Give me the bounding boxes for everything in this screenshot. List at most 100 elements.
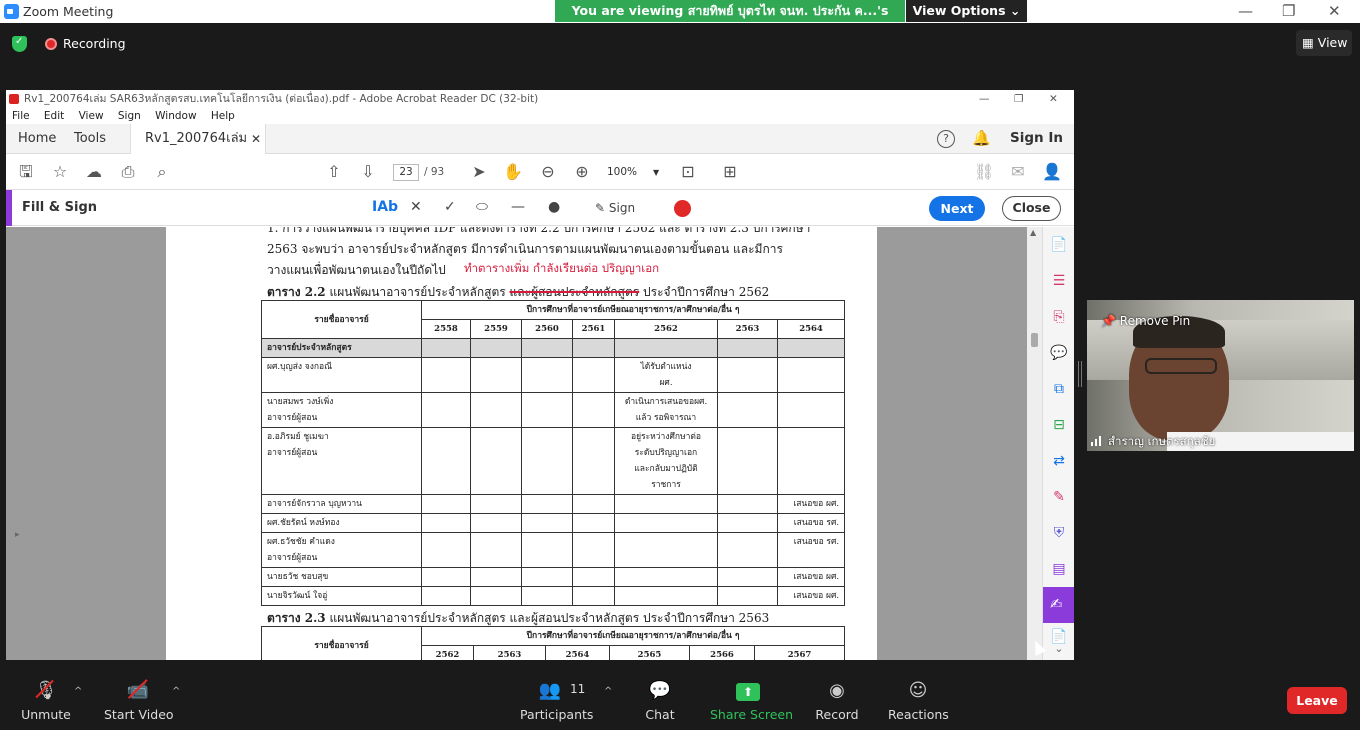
color-picker-icon[interactable] — [674, 200, 691, 217]
pin-icon: 📌 — [1101, 314, 1116, 328]
link-icon[interactable]: ⛓ — [974, 162, 994, 182]
participants-options-caret-icon[interactable]: ^ — [604, 686, 612, 697]
export-pdf-icon[interactable]: ⎘ — [1049, 307, 1069, 327]
check-mark-icon[interactable]: ✓ — [444, 199, 456, 215]
panel-splitter-handle[interactable] — [1078, 361, 1082, 387]
leave-button[interactable]: Leave — [1287, 687, 1347, 714]
sign-button[interactable]: ✎ Sign — [595, 201, 635, 215]
close-button[interactable]: Close — [1002, 196, 1061, 221]
previous-page-icon[interactable]: ⇧ — [324, 162, 344, 182]
tab-document[interactable]: Rv1_200764เล่ม SA... ✕ — [130, 124, 266, 176]
next-button[interactable]: Next — [929, 196, 985, 221]
fit-page-icon[interactable]: ⊡ — [678, 162, 698, 182]
table-2-2: รายชื่ออาจารย์ ปีการศึกษาที่อาจารย์เกษีย… — [261, 300, 846, 606]
document-scrollbar[interactable]: ▲ — [1027, 227, 1042, 660]
dot-icon[interactable]: ● — [548, 199, 560, 215]
email-icon[interactable]: ✉ — [1008, 162, 1028, 182]
share-screen-button[interactable]: ⬆ Share Screen — [710, 670, 793, 730]
unmute-label: Unmute — [21, 707, 71, 722]
next-page-icon[interactable]: ⇩ — [358, 162, 378, 182]
zoom-in-icon[interactable]: ⊕ — [572, 162, 592, 182]
security-shield-icon[interactable] — [12, 36, 27, 52]
participants-button[interactable]: 👥 11 Participants — [520, 670, 593, 730]
table-header-year: 2563 — [717, 319, 778, 339]
menu-help[interactable]: Help — [211, 110, 235, 122]
protect-shield-icon[interactable]: ⛨ — [1049, 523, 1069, 543]
organize-pages-icon[interactable]: ☰ — [1049, 271, 1069, 291]
upload-cloud-icon[interactable]: ☁ — [84, 162, 104, 182]
chevron-down-icon[interactable]: ⌄ — [1049, 639, 1069, 659]
zoom-level-value: 100% — [607, 166, 638, 178]
share-user-icon[interactable]: 👤 — [1042, 162, 1062, 182]
compress-icon[interactable]: ⊟ — [1049, 415, 1069, 435]
fill-sign-tool-button[interactable]: ✍ — [1043, 587, 1074, 623]
tab-close-icon[interactable]: ✕ — [251, 124, 261, 154]
send-for-review-icon[interactable]: ⇄ — [1049, 451, 1069, 471]
view-layout-button[interactable]: ▦ View — [1296, 30, 1352, 56]
fill-sign-pen-icon: ✍ — [1050, 595, 1063, 613]
minimize-icon[interactable]: — — [1238, 2, 1253, 20]
table-header-group: ปีการศึกษาที่อาจารย์เกษียณอายุราชการ/ลาศ… — [420, 300, 846, 320]
tab-tools[interactable]: Tools — [74, 124, 106, 154]
collapse-left-panel-icon[interactable]: ▸ — [15, 530, 20, 540]
menu-view[interactable]: View — [79, 110, 104, 122]
chat-label: Chat — [645, 707, 675, 722]
create-pdf-icon[interactable]: 📄 — [1049, 235, 1069, 255]
scroll-up-icon[interactable]: ▲ — [1030, 228, 1036, 237]
cell-text — [776, 357, 846, 393]
edit-pdf-icon[interactable]: ✎ — [1049, 487, 1069, 507]
video-options-caret-icon[interactable]: ^ — [172, 686, 180, 697]
scroll-mode-icon[interactable]: ⊞ — [720, 162, 740, 182]
audio-options-caret-icon[interactable]: ^ — [74, 686, 82, 697]
record-button[interactable]: ◉ Record — [812, 670, 862, 730]
tab-home[interactable]: Home — [18, 124, 56, 154]
row-subtitle: อาจารย์ผู้สอน — [267, 413, 318, 423]
menu-edit[interactable]: Edit — [44, 110, 64, 122]
line-icon[interactable]: — — [511, 199, 525, 215]
menu-file[interactable]: File — [12, 110, 30, 122]
search-icon[interactable]: ⌕ — [152, 162, 172, 182]
table-section-label: อาจารย์ประจำหลักสูตร — [261, 338, 422, 358]
ellipse-icon[interactable]: ⬭ — [476, 199, 488, 215]
row-name: ผศ.ธวัชชัย คำแดง — [267, 537, 335, 547]
hand-tool-icon[interactable]: ✋ — [503, 162, 523, 182]
pinned-video-tile[interactable]: 📌 Remove Pin สำราญ เกษตรสกุลชัย — [1087, 300, 1354, 451]
add-text-icon[interactable]: IAb — [372, 199, 398, 215]
select-cursor-icon[interactable]: ➤ — [469, 162, 489, 182]
view-options-button[interactable]: View Options ⌄ — [906, 0, 1027, 22]
chat-button[interactable]: 💬 Chat — [636, 670, 684, 730]
start-video-button[interactable]: 📹 Start Video — [104, 670, 174, 730]
menu-window[interactable]: Window — [155, 110, 196, 122]
cell-text — [776, 427, 846, 495]
pdf-page: 1. การวางแผนพัฒนารายบุคคล IDP และดังตารา… — [166, 227, 877, 660]
acrobat-restore-icon[interactable]: ❐ — [1014, 90, 1023, 108]
zoom-level-dropdown[interactable]: 100% ▼ — [607, 164, 659, 181]
notifications-bell-icon[interactable]: 🔔 — [972, 129, 991, 147]
prepare-form-icon[interactable]: ▤ — [1049, 559, 1069, 579]
remove-pin-button[interactable]: 📌 Remove Pin — [1101, 314, 1190, 328]
row-name: นายสมพร วงษ์เพิ่ง — [267, 397, 334, 407]
row-name: อ.อภิรมย์ ชูเมฆา — [267, 432, 329, 442]
zoom-out-icon[interactable]: ⊖ — [538, 162, 558, 182]
help-icon[interactable]: ? — [937, 130, 955, 148]
acrobat-titlebar: Rv1_200764เล่ม SAR63หลักสูตรสบ.เทคโนโลยี… — [6, 90, 1074, 108]
struck-text: และผู้สอนประจำหลักสูตร — [509, 285, 640, 299]
save-icon[interactable]: 🖫 — [16, 162, 36, 182]
acrobat-minimize-icon[interactable]: — — [979, 90, 990, 108]
page-number-input[interactable]: 23 — [393, 164, 419, 181]
restore-icon[interactable]: ❐ — [1282, 2, 1295, 20]
cross-mark-icon[interactable]: ✕ — [410, 199, 422, 215]
bookmark-star-icon[interactable]: ☆ — [50, 162, 70, 182]
comment-icon[interactable]: 💬 — [1049, 343, 1069, 363]
table-header-year: 2560 — [521, 319, 573, 339]
combine-files-icon[interactable]: ⧉ — [1049, 379, 1069, 399]
reactions-button[interactable]: ☺ Reactions — [888, 670, 949, 730]
print-icon[interactable]: ⎙ — [118, 162, 138, 182]
menu-sign[interactable]: Sign — [118, 110, 141, 122]
sign-in-button[interactable]: Sign In — [1010, 130, 1063, 146]
acrobat-close-icon[interactable]: ✕ — [1049, 90, 1058, 108]
close-window-icon[interactable]: ✕ — [1328, 2, 1341, 20]
document-viewport[interactable]: 1. การวางแผนพัฒนารายบุคคล IDP และดังตารา… — [6, 227, 1042, 660]
scrollbar-thumb[interactable] — [1031, 333, 1038, 347]
unmute-button[interactable]: 🎙 Unmute — [18, 670, 74, 730]
